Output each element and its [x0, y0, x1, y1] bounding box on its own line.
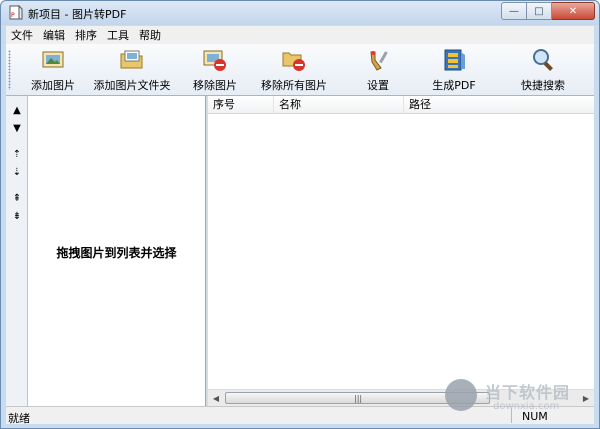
menu-tools[interactable]: 工具 — [102, 27, 134, 43]
remove-image-label: 移除图片 — [193, 79, 237, 92]
minimize-button[interactable]: — — [501, 2, 527, 20]
app-icon: P — [9, 5, 23, 20]
remove-all-label: 移除所有图片 — [261, 79, 327, 92]
watermark-download-icon — [445, 379, 477, 411]
maximize-button[interactable]: □ — [527, 2, 552, 20]
sort-button-strip: ▲ ▼ ⇡ ⇣ ⇞ ⇟ — [6, 96, 28, 406]
menu-bar: 文件 编辑 排序 工具 帮助 — [6, 26, 594, 44]
toolbar: 添加图片 添加图片文件夹 移除图片 移除所有图片 设置 生成PDF 快捷搜索 — [6, 44, 594, 96]
app-window: P 新项目 - 图片转PDF — □ ✕ 文件 编辑 排序 工具 帮助 添加图片 — [0, 0, 600, 429]
menu-sort[interactable]: 排序 — [70, 27, 102, 43]
remove-all-button[interactable]: 移除所有图片 — [256, 47, 332, 93]
generate-pdf-icon — [444, 49, 465, 71]
menu-edit[interactable]: 编辑 — [38, 27, 70, 43]
drag-hint-text: 拖拽图片到列表并选择 — [56, 246, 177, 260]
image-list[interactable]: 序号 名称 路径 ◀ ||| ▶ — [208, 96, 594, 406]
move-top-button[interactable]: ⇡ — [9, 146, 25, 162]
window-title: 新项目 - 图片转PDF — [28, 8, 127, 21]
column-index[interactable]: 序号 — [208, 96, 274, 114]
page-up-button[interactable]: ⇞ — [9, 190, 25, 206]
title-bar: P 新项目 - 图片转PDF — □ ✕ — [1, 1, 599, 25]
add-image-icon — [42, 51, 64, 68]
watermark-title: 当下软件园 — [485, 383, 571, 402]
svg-text:P: P — [11, 12, 15, 19]
drop-zone-pane[interactable]: 拖拽图片到列表并选择 — [28, 96, 206, 406]
generate-pdf-button[interactable]: 生成PDF — [426, 47, 482, 93]
magnifier-icon — [533, 49, 553, 71]
status-text: 就绪 — [8, 412, 30, 425]
add-folder-label: 添加图片文件夹 — [93, 79, 171, 92]
add-folder-icon — [120, 50, 143, 69]
scroll-grip: ||| — [354, 394, 363, 403]
close-button[interactable]: ✕ — [552, 2, 595, 20]
add-image-label: 添加图片 — [31, 79, 75, 92]
move-bottom-button[interactable]: ⇣ — [9, 164, 25, 180]
remove-image-icon — [203, 50, 226, 71]
move-down-button[interactable]: ▼ — [9, 120, 25, 136]
generate-pdf-label: 生成PDF — [432, 79, 476, 92]
quick-search-label: 快捷搜索 — [521, 79, 565, 92]
menu-file[interactable]: 文件 — [6, 27, 38, 43]
column-name[interactable]: 名称 — [274, 96, 404, 114]
settings-button[interactable]: 设置 — [356, 47, 400, 93]
add-folder-button[interactable]: 添加图片文件夹 — [90, 47, 174, 93]
remove-image-button[interactable]: 移除图片 — [192, 47, 238, 93]
add-image-button[interactable]: 添加图片 — [26, 47, 80, 93]
watermark: 当下软件园 downxia.com — [445, 379, 595, 419]
scroll-left-arrow[interactable]: ◀ — [208, 390, 224, 406]
quick-search-button[interactable]: 快捷搜索 — [512, 47, 574, 93]
remove-all-icon — [282, 52, 305, 71]
page-down-button[interactable]: ⇟ — [9, 208, 25, 224]
watermark-url: downxia.com — [493, 401, 560, 412]
settings-icon — [370, 51, 388, 71]
settings-label: 设置 — [367, 79, 389, 92]
toolbar-grip[interactable] — [8, 50, 11, 90]
move-up-button[interactable]: ▲ — [9, 102, 25, 118]
list-header: 序号 名称 路径 — [208, 96, 594, 114]
menu-help[interactable]: 帮助 — [134, 27, 166, 43]
column-path[interactable]: 路径 — [404, 96, 594, 114]
